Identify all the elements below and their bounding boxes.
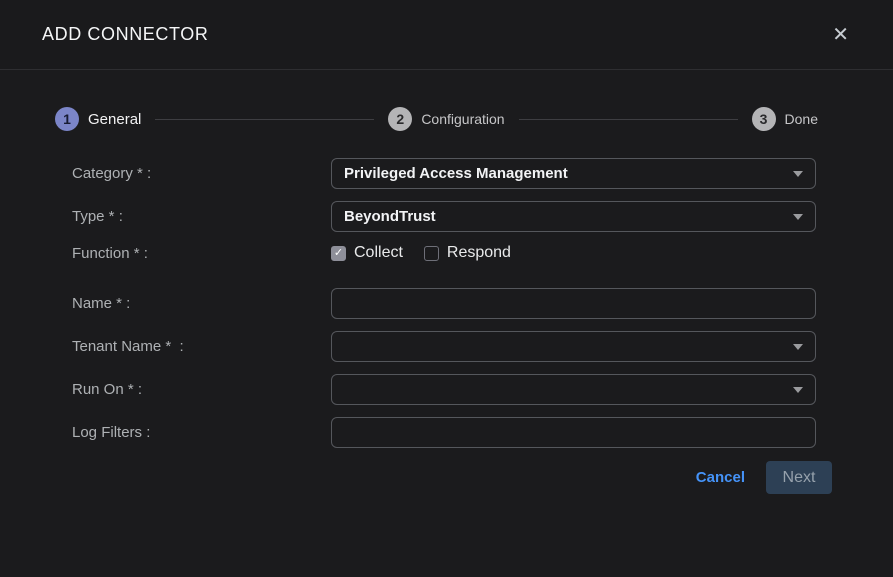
name-label: Name * : <box>72 295 331 312</box>
add-connector-dialog: ADD CONNECTOR ✕ 1 General 2 Configuratio… <box>0 0 893 494</box>
collect-checkbox[interactable]: ✓ <box>331 246 346 261</box>
connector-form: Category * : Privileged Access Managemen… <box>0 158 893 448</box>
function-checkbox-group: ✓ Collect Respond <box>331 244 511 262</box>
name-input[interactable] <box>331 288 816 319</box>
dialog-footer: Cancel Next <box>0 461 893 494</box>
wizard-stepper: 1 General 2 Configuration 3 Done <box>0 106 893 132</box>
category-select-value: Privileged Access Management <box>344 165 568 182</box>
function-row: Function * : ✓ Collect Respond <box>0 243 893 263</box>
run-on-label: Run On * : <box>72 381 331 398</box>
step-configuration-label: Configuration <box>421 111 504 127</box>
tenant-name-row: Tenant Name * : <box>0 331 893 362</box>
run-on-row: Run On * : <box>0 374 893 405</box>
collect-checkbox-item[interactable]: ✓ Collect <box>331 244 403 262</box>
close-icon[interactable]: ✕ <box>828 21 853 49</box>
run-on-select[interactable] <box>331 374 816 405</box>
category-row: Category * : Privileged Access Managemen… <box>0 158 893 189</box>
stepper-connector-line <box>155 119 374 120</box>
step-configuration[interactable]: 2 Configuration <box>388 107 504 131</box>
step-done-number: 3 <box>752 107 776 131</box>
cancel-button[interactable]: Cancel <box>696 469 745 486</box>
step-configuration-number: 2 <box>388 107 412 131</box>
tenant-name-label: Tenant Name * : <box>72 338 331 355</box>
log-filters-label: Log Filters : <box>72 424 331 441</box>
respond-checkbox-item[interactable]: Respond <box>424 244 511 262</box>
step-general[interactable]: 1 General <box>55 107 141 131</box>
type-row: Type * : BeyondTrust <box>0 201 893 232</box>
collect-checkbox-label[interactable]: Collect <box>354 244 403 262</box>
function-label: Function * : <box>72 245 331 262</box>
step-done[interactable]: 3 Done <box>752 107 818 131</box>
dialog-header: ADD CONNECTOR ✕ <box>0 0 893 70</box>
step-done-label: Done <box>785 111 818 127</box>
category-select[interactable]: Privileged Access Management <box>331 158 816 189</box>
name-row: Name * : <box>0 288 893 319</box>
log-filters-input[interactable] <box>331 417 816 448</box>
tenant-name-select[interactable] <box>331 331 816 362</box>
respond-checkbox-label[interactable]: Respond <box>447 244 511 262</box>
type-select-value: BeyondTrust <box>344 208 436 225</box>
type-label: Type * : <box>72 208 331 225</box>
stepper-connector-line <box>519 119 738 120</box>
dialog-title: ADD CONNECTOR <box>42 24 208 45</box>
category-label: Category * : <box>72 165 331 182</box>
log-filters-row: Log Filters : <box>0 417 893 448</box>
respond-checkbox[interactable] <box>424 246 439 261</box>
step-general-label: General <box>88 111 141 128</box>
type-select[interactable]: BeyondTrust <box>331 201 816 232</box>
next-button[interactable]: Next <box>766 461 832 494</box>
step-general-number: 1 <box>55 107 79 131</box>
